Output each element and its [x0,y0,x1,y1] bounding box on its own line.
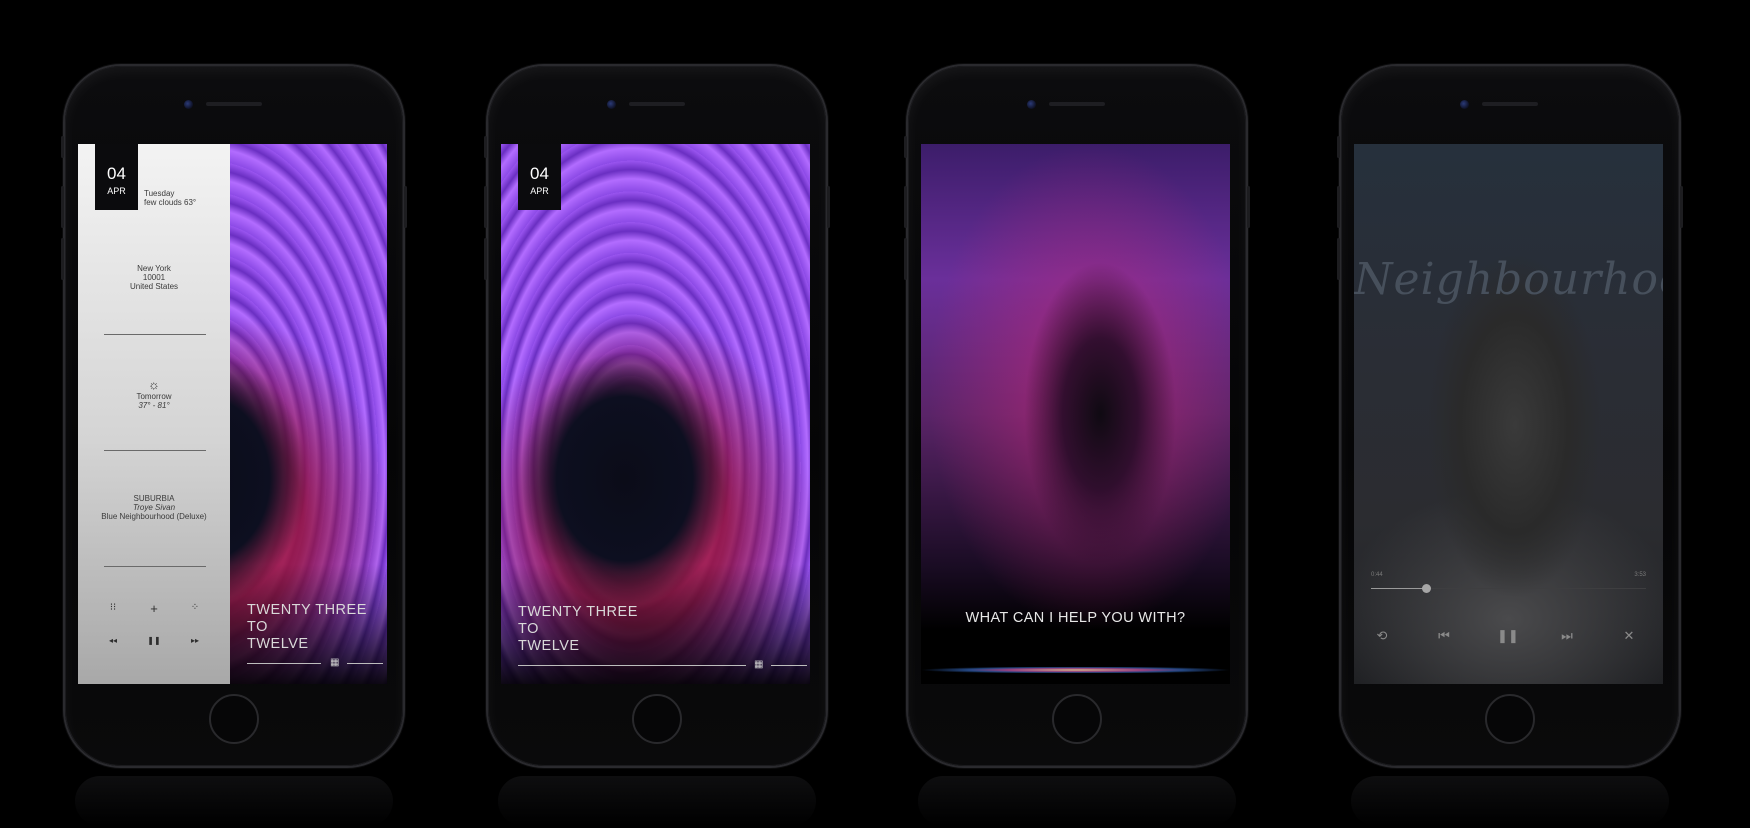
power-button [1247,186,1250,228]
earpiece [206,102,262,106]
progress-knob[interactable] [1422,584,1431,593]
next-track-icon[interactable]: ▸▸ [188,636,202,645]
home-button[interactable] [209,694,259,744]
siri-prompt: WHAT CAN I HELP YOU WITH? [965,610,1186,626]
add-icon[interactable]: + [147,601,161,616]
progress-fill [1371,588,1426,589]
repeat-icon[interactable]: ⟲ [1373,628,1391,644]
time-total: 3:53 [1634,572,1646,578]
mute-switch [904,136,907,158]
phone-4: Neighbourhood 0:44 3:53 ⟲ ⏮ ❚❚ ⏭ ✕ [1337,66,1683,826]
mute-switch [61,136,64,158]
mute-switch [1337,136,1340,158]
time-scrubber-right[interactable] [771,665,807,666]
now-playing-block: SUBURBIA Troye Sivan Blue Neighbourhood … [78,494,230,521]
clock-line-1: TWENTY THREE [247,602,367,618]
clock-line-2: TO [518,621,539,637]
volume-up-button [484,186,487,228]
weather-summary: few clouds 63° [144,198,197,207]
pause-icon[interactable]: ❚❚ [147,636,161,645]
power-button [1680,186,1683,228]
dial-icon[interactable]: ▦ [754,660,763,670]
previous-track-icon[interactable]: ◂◂ [106,636,120,645]
location-country: United States [129,282,179,291]
front-camera [1460,100,1469,109]
grid-icon[interactable]: ⁝⁝ [106,602,120,613]
volume-down-button [904,238,907,280]
location-city: New York [137,264,171,273]
volume-up-button [61,186,64,228]
forecast-label: Tomorrow [136,392,172,401]
siri-blur-background [921,144,1230,684]
home-button[interactable] [1052,694,1102,744]
next-track-icon[interactable]: ⏭ [1558,628,1576,644]
location-zip: 10001 [142,273,166,282]
phone-2: 04 APR TWENTY THREE TO TWELVE ▦ [484,66,830,826]
power-button [827,186,830,228]
clock-line-1: TWENTY THREE [518,604,638,620]
forecast-block: ☼ Tomorrow 37° - 81° [78,377,230,411]
front-camera [1027,100,1036,109]
date-badge: 04 APR [518,144,561,210]
time-scrubber-left[interactable] [247,663,321,664]
time-scrubber-right[interactable] [347,663,383,664]
track-album: Blue Neighbourhood (Deluxe) [101,512,207,521]
clock-line-3: TWELVE [518,638,580,654]
siri-waveform[interactable] [921,667,1230,673]
track-title: SUBURBIA [133,494,175,503]
weather-today: Tuesday few clouds 63° [144,189,224,207]
phone-3: WHAT CAN I HELP YOU WITH? [904,66,1250,826]
shuffle-dots-icon[interactable]: ⁘ [188,602,202,613]
divider [104,334,206,335]
screen-siri: WHAT CAN I HELP YOU WITH? [921,144,1230,684]
pause-icon[interactable]: ❚❚ [1497,628,1519,644]
home-button[interactable] [632,694,682,744]
date-badge: 04 APR [95,144,138,210]
word-clock: TWENTY THREE TO TWELVE [518,604,638,655]
earpiece [1482,102,1538,106]
power-button [404,186,407,228]
earpiece [1049,102,1105,106]
widget-panel[interactable]: 04 APR Tuesday few clouds 63° New York 1… [78,144,230,684]
home-button[interactable] [1485,694,1535,744]
volume-up-button [904,186,907,228]
album-art-lettering: Neighbourhood [1354,254,1663,305]
screen-widget-panel: 04 APR Tuesday few clouds 63° New York 1… [78,144,387,684]
mute-switch [484,136,487,158]
date-month: APR [530,186,549,196]
front-camera [184,100,193,109]
time-elapsed: 0:44 [1371,572,1383,578]
track-artist: Troye Sivan [132,503,176,512]
date-day: 04 [530,164,549,183]
time-scrubber-left[interactable] [518,665,746,666]
sun-icon: ☼ [148,377,160,392]
word-clock: TWENTY THREE TO TWELVE [247,602,367,653]
forecast-range: 37° - 81° [138,401,170,410]
divider [104,450,206,451]
screen-wallpaper-clock: 04 APR TWENTY THREE TO TWELVE ▦ [501,144,810,684]
shuffle-icon[interactable]: ✕ [1620,628,1638,644]
location-block: New York 10001 United States [78,264,230,291]
previous-track-icon[interactable]: ⏮ [1435,628,1453,644]
front-camera [607,100,616,109]
album-art-blurred [1354,144,1663,684]
weather-day: Tuesday [144,189,175,198]
earpiece [629,102,685,106]
volume-up-button [1337,186,1340,228]
volume-down-button [484,238,487,280]
date-day: 04 [107,164,126,183]
volume-down-button [1337,238,1340,280]
screen-music-player: Neighbourhood 0:44 3:53 ⟲ ⏮ ❚❚ ⏭ ✕ [1354,144,1663,684]
date-month: APR [107,186,126,196]
progress-track[interactable] [1371,584,1646,593]
divider [104,566,206,567]
dial-icon[interactable]: ▦ [330,658,339,668]
volume-down-button [61,238,64,280]
phone-1: 04 APR Tuesday few clouds 63° New York 1… [61,66,407,826]
clock-line-2: TO [247,619,268,635]
clock-line-3: TWELVE [247,636,309,652]
